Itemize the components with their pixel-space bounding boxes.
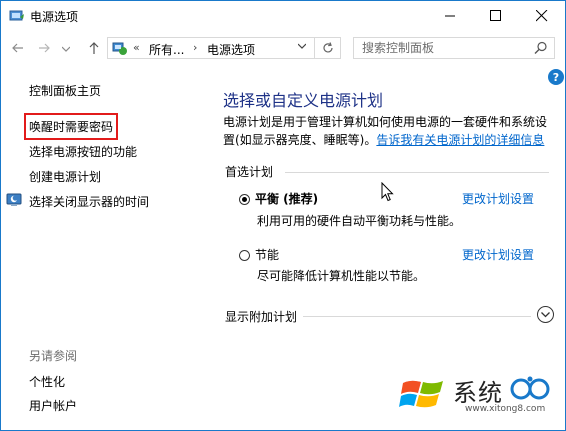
expand-additional-plans-button[interactable] — [537, 306, 554, 323]
balanced-change-settings-link[interactable]: 更改计划设置 — [462, 190, 534, 207]
sidebar-item-control-panel-home[interactable]: 控制面板主页 — [29, 82, 101, 99]
arrow-up-icon — [89, 42, 99, 54]
preferred-plans-divider — [285, 172, 549, 173]
chevron-down-icon — [62, 46, 70, 52]
mouse-cursor-icon — [381, 182, 394, 202]
balanced-plan-description: 利用可用的硬件自动平衡功耗与性能。 — [257, 214, 462, 228]
sidebar-item-require-password-on-wakeup[interactable]: 唤醒时需要密码 — [23, 113, 119, 140]
maximize-button[interactable] — [473, 1, 519, 31]
help-icon[interactable]: ? — [548, 69, 564, 85]
power-options-window: 电源选项 « 所有... › 电源选项 搜索控制面板 控制面板主页 唤醒时需要密… — [0, 0, 566, 431]
sidebar-item-create-power-plan[interactable]: 创建电源计划 — [29, 168, 101, 185]
window-title: 电源选项 — [30, 10, 79, 24]
close-icon — [536, 10, 548, 22]
watermark-url: www.xitong8.com — [465, 404, 546, 414]
minimize-button[interactable] — [427, 1, 473, 31]
back-button[interactable] — [9, 39, 27, 57]
page-description: 电源计划是用于管理计算机如何使用电源的一套硬件和系统设置(如显示器亮度、睡眠等)… — [223, 113, 553, 149]
recent-locations-button[interactable] — [57, 40, 75, 58]
show-additional-plans-label[interactable]: 显示附加计划 — [225, 308, 297, 325]
balanced-plan-radio[interactable] — [239, 194, 250, 205]
search-icon[interactable] — [534, 41, 548, 55]
power-options-icon — [9, 10, 24, 21]
maximize-icon — [490, 10, 501, 21]
watermark-8-logo-icon — [510, 376, 550, 400]
breadcrumb-separator[interactable]: › — [193, 41, 197, 54]
left-pane: 控制面板主页 唤醒时需要密码 选择电源按钮的功能 创建电源计划 选择关闭显示器的… — [1, 65, 201, 430]
title-bar: 电源选项 — [1, 1, 565, 31]
arrow-right-icon — [39, 43, 50, 53]
breadcrumb-power-options[interactable]: 电源选项 — [207, 41, 255, 58]
power-saver-change-settings-link[interactable]: 更改计划设置 — [462, 246, 534, 263]
display-sleep-icon — [6, 193, 22, 206]
forward-button[interactable] — [35, 39, 53, 57]
learn-more-link[interactable]: 告诉我有关电源计划的详细信息 — [376, 133, 544, 147]
watermark: 系统 www.xitong8.com — [399, 371, 559, 419]
minimize-icon — [445, 15, 455, 17]
address-dropdown[interactable] — [297, 41, 307, 52]
page-title: 选择或自定义电源计划 — [223, 91, 384, 110]
see-also-heading: 另请参阅 — [29, 349, 78, 363]
chevron-down-icon — [541, 311, 550, 317]
power-saver-plan-description: 尽可能降低计算机性能以节能。 — [257, 269, 426, 283]
balanced-plan-name[interactable]: 平衡 (推荐) — [255, 190, 318, 207]
chevron-down-icon — [297, 43, 307, 49]
control-panel-icon — [112, 42, 127, 55]
address-divider — [314, 38, 315, 58]
up-button[interactable] — [85, 39, 103, 57]
navigation-bar: « 所有... › 电源选项 — [1, 31, 565, 65]
power-saver-plan-radio[interactable] — [239, 250, 250, 261]
address-bar[interactable]: « 所有... › 电源选项 — [107, 37, 341, 59]
power-saver-plan-name[interactable]: 节能 — [255, 246, 279, 263]
search-box[interactable] — [353, 37, 555, 59]
close-button[interactable] — [519, 1, 565, 31]
breadcrumb-overflow[interactable]: « — [133, 41, 140, 54]
refresh-button[interactable] — [319, 39, 337, 57]
sidebar-item-choose-power-buttons[interactable]: 选择电源按钮的功能 — [29, 143, 137, 160]
additional-plans-divider — [303, 316, 531, 317]
search-input[interactable] — [354, 38, 532, 58]
preferred-plans-heading: 首选计划 — [225, 165, 274, 179]
watermark-text: 系统 — [453, 379, 503, 407]
sidebar-item-display-off-time[interactable]: 选择关闭显示器的时间 — [29, 193, 149, 210]
refresh-icon — [323, 42, 333, 53]
breadcrumb-all-items[interactable]: 所有... — [149, 41, 184, 58]
arrow-left-icon — [12, 43, 23, 53]
see-also-user-accounts[interactable]: 用户帐户 — [29, 397, 77, 414]
see-also-personalization[interactable]: 个性化 — [29, 373, 65, 390]
windows-logo-icon — [399, 380, 443, 408]
